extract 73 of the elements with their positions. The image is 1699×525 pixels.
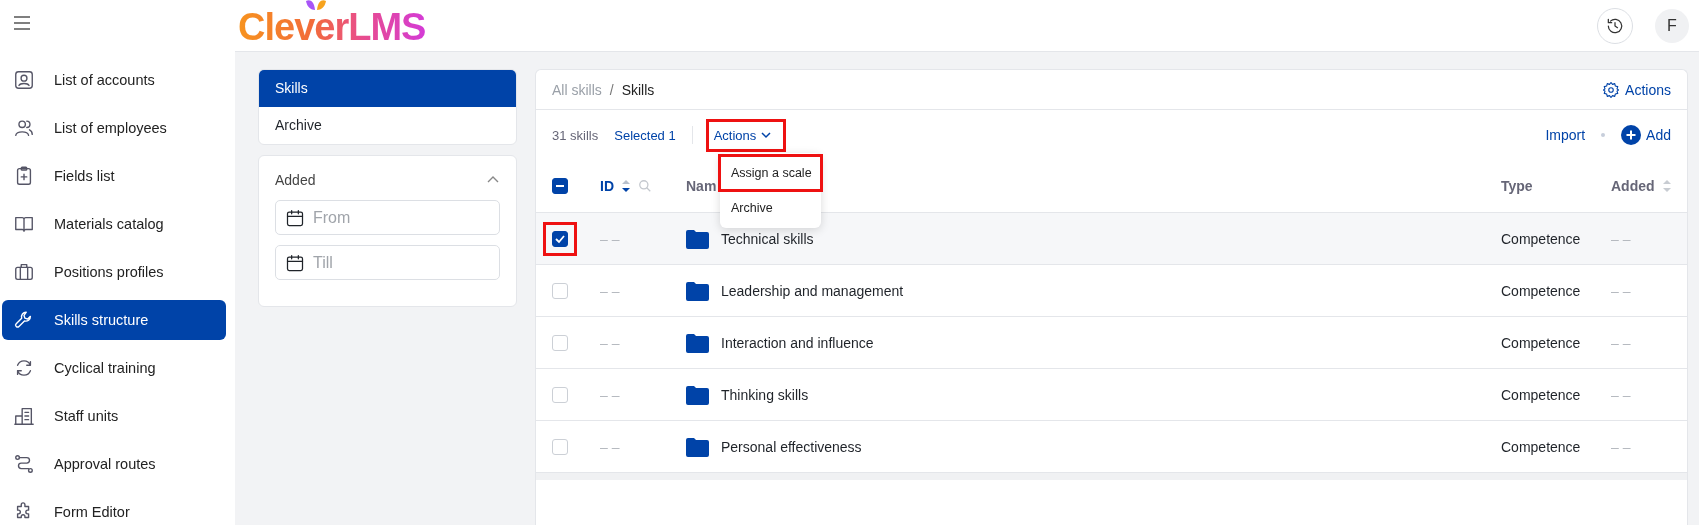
calendar-icon	[285, 208, 305, 228]
sidebar-item[interactable]: Staff units	[2, 396, 226, 436]
table-cell-text: – –	[600, 438, 621, 455]
date-field[interactable]: Till	[275, 245, 500, 280]
import-link[interactable]: Import	[1545, 127, 1586, 143]
sidebar-item[interactable]: List of accounts	[2, 60, 226, 100]
minus-icon	[555, 184, 565, 188]
calendar-icon	[285, 253, 305, 273]
table-cell-text: – –	[600, 386, 621, 403]
route-icon	[13, 453, 35, 475]
settings-icon	[1602, 80, 1621, 99]
table-cell: Interaction and influence	[721, 334, 874, 351]
add-button[interactable]: Add	[1621, 125, 1671, 145]
select-all-checkbox[interactable]	[552, 178, 568, 194]
breadcrumb-current: Skills	[621, 81, 655, 98]
table-cell: Leadership and management	[721, 282, 904, 299]
tab[interactable]: Archive	[259, 107, 516, 144]
table-cell-text: – –	[600, 282, 621, 299]
history-button[interactable]	[1597, 7, 1633, 44]
menu-icon[interactable]	[13, 14, 31, 32]
briefcase-icon	[13, 261, 35, 283]
folder-icon	[686, 384, 709, 405]
sidebar-item[interactable]: Approval routes	[2, 444, 226, 484]
sort-icon[interactable]	[621, 179, 631, 193]
sidebar-item[interactable]: Positions profiles	[2, 252, 226, 292]
chevron-down-icon	[761, 130, 772, 140]
selected-count-link[interactable]: Selected 1	[614, 127, 676, 143]
date-field[interactable]: From	[275, 200, 500, 235]
table-cell-text: Competence	[1501, 334, 1582, 351]
row-checkbox[interactable]	[543, 221, 577, 256]
table-cell-text: – –	[1611, 230, 1632, 247]
leaf-icon	[305, 0, 327, 11]
column-header[interactable]: ID	[600, 178, 614, 194]
folder-icon	[686, 436, 709, 457]
table-cell-text: – –	[600, 334, 621, 351]
check-icon	[555, 233, 565, 244]
table-cell-text: – –	[1611, 334, 1632, 351]
sidebar-item[interactable]: Materials catalog	[2, 204, 226, 244]
account-icon	[13, 69, 35, 91]
sidebar-item[interactable]: Skills structure	[2, 300, 226, 340]
table-cell: Thinking skills	[721, 386, 809, 403]
table-cell: Personal effectiveness	[721, 438, 862, 455]
table-cell-text: Competence	[1501, 230, 1582, 247]
table-cell-text: Competence	[1501, 282, 1582, 299]
people-icon	[13, 117, 35, 139]
table-cell: Technical skills	[721, 230, 814, 247]
user-avatar[interactable]: F	[1655, 8, 1689, 43]
table-cell-text: – –	[1611, 282, 1632, 299]
breadcrumb-separator: /	[609, 81, 614, 98]
actions-button[interactable]: Actions	[1602, 80, 1671, 99]
table-cell-text: – –	[1611, 386, 1632, 403]
folder-icon	[686, 228, 709, 249]
actions-dropdown[interactable]: Actions	[708, 121, 784, 149]
sidebar-item[interactable]: List of employees	[2, 108, 226, 148]
menu-item[interactable]: Archive	[721, 191, 820, 224]
folder-icon	[686, 332, 709, 353]
table-cell-text: Competence	[1501, 386, 1582, 403]
sidebar-item[interactable]: Form Editor	[2, 492, 226, 525]
plus-icon	[1621, 125, 1642, 145]
folder-icon	[686, 280, 709, 301]
tab[interactable]: Skills	[259, 70, 516, 107]
column-header[interactable]: Type	[1501, 178, 1533, 194]
table-cell-text: Competence	[1501, 438, 1582, 455]
section-title: Added	[275, 172, 316, 188]
column-header[interactable]: Nam	[686, 178, 717, 194]
sidebar-item[interactable]: Cyclical training	[2, 348, 226, 388]
column-header[interactable]: Added	[1611, 178, 1655, 194]
sidebar-item[interactable]: Fields list	[2, 156, 226, 196]
building-icon	[13, 405, 35, 427]
table-cell-text: – –	[600, 230, 621, 247]
skills-count: 31 skills	[552, 127, 599, 143]
table-cell-text: – –	[1611, 438, 1632, 455]
menu-item[interactable]: Assign a scale	[721, 157, 820, 189]
